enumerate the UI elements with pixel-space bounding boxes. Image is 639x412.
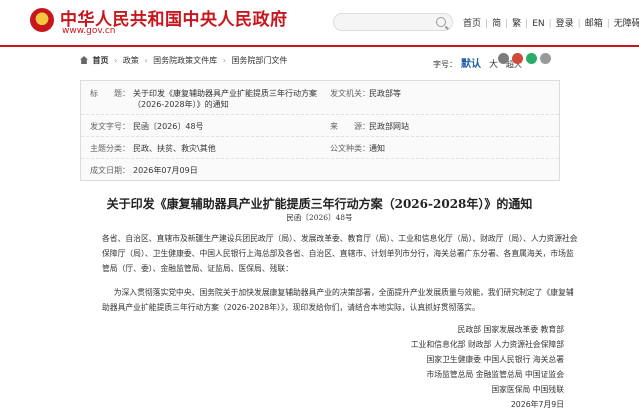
nav-home[interactable]: 首页: [463, 19, 481, 29]
search-input[interactable]: [340, 15, 432, 29]
meta-row-date: 成文日期： 2026年07月09日: [81, 159, 559, 181]
signer-line: 国家医保局 中国残联: [491, 385, 564, 394]
document-signers: 民政部 国家发展改革委 教育部 工业和信息化部 财政部 人力资源社会保障部 国家…: [344, 322, 564, 412]
meta-row-title: 标 题： 关于印发《康复辅助器具产业扩能提质三年行动方案（2026-2028年）…: [81, 81, 559, 115]
nav-simplified[interactable]: 简: [492, 19, 501, 29]
breadcrumb-policy-library[interactable]: 国务院政策文件库: [153, 56, 217, 65]
meta-issuer-value: 民政部等: [369, 89, 401, 98]
document-date: 2026年7月9日: [510, 400, 564, 409]
meta-category-label: 主题分类：: [90, 144, 130, 153]
print-icon[interactable]: [498, 53, 509, 64]
search-icon[interactable]: [436, 17, 446, 27]
nav-traditional[interactable]: 繁: [512, 19, 521, 29]
meta-issuer-label: 发文机关：: [330, 89, 370, 98]
meta-row-docno: 发文字号： 民函〔2026〕48号 来 源： 民政部网站: [81, 115, 559, 137]
meta-row-category: 主题分类： 民政、扶贫、救灾\其他 公文种类： 通知: [81, 137, 559, 159]
signer-line: 国家卫生健康委 中国人民银行 海关总署: [426, 355, 564, 364]
header-bar: 中华人民共和国中央人民政府 www.gov.cn 首页|简|繁|EN|登录|邮箱…: [0, 0, 639, 45]
meta-category-value: 民政、扶贫、救灾\其他: [133, 144, 216, 153]
document-title: 关于印发《康复辅助器具产业扩能提质三年行动方案（2026-2028年）》的通知: [106, 197, 533, 211]
nav-accessibility[interactable]: 无障碍: [614, 19, 639, 29]
document-metadata-table: 标 题： 关于印发《康复辅助器具产业扩能提质三年行动方案（2026-2028年）…: [80, 80, 560, 181]
nav-mail[interactable]: 邮箱: [585, 19, 603, 29]
meta-date-value: 2026年07月09日: [133, 166, 198, 175]
signer-line: 工业和信息化部 财政部 人力资源社会保障部: [410, 340, 564, 349]
wechat-share-icon[interactable]: [526, 53, 537, 64]
meta-source-value: 民政部网站: [369, 122, 409, 131]
top-nav: 首页 | 简 | 繁 | EN | 登录 | 邮箱 | 无障碍: [463, 19, 639, 29]
meta-source-label: 来 源：: [330, 122, 370, 131]
home-icon: [80, 56, 88, 64]
chevron-right-icon: ›: [222, 56, 226, 65]
font-size-label: 字号：: [433, 60, 457, 69]
meta-title-value: 关于印发《康复辅助器具产业扩能提质三年行动方案（2026-2028年）》的通知: [133, 89, 317, 109]
header-divider: [0, 45, 639, 47]
signer-line: 市场监管总局 金融监管总局 中国证监会: [426, 370, 564, 379]
nav-english[interactable]: EN: [532, 19, 544, 29]
chevron-right-icon: ›: [144, 56, 148, 65]
breadcrumb-dept-docs[interactable]: 国务院部门文件: [231, 56, 287, 65]
meta-docno-value: 民函〔2026〕48号: [133, 122, 204, 131]
site-url: www.gov.cn: [62, 26, 116, 36]
meta-title-label: 标 题：: [90, 89, 130, 98]
breadcrumb-home[interactable]: 首页: [93, 56, 109, 65]
meta-docno-label: 发文字号：: [90, 122, 130, 131]
chevron-right-icon: ›: [114, 56, 118, 65]
breadcrumb: 首页 › 政策 › 国务院政策文件库 › 国务院部门文件 字号： 默认大超大: [80, 53, 560, 73]
document-number: 民函〔2026〕48号: [286, 213, 353, 222]
weibo-share-icon[interactable]: [512, 53, 523, 64]
nav-login[interactable]: 登录: [556, 19, 574, 29]
qrcode-icon[interactable]: [540, 53, 551, 64]
meta-type-value: 通知: [369, 144, 385, 153]
font-size-large[interactable]: 大: [489, 60, 498, 70]
signer-line: 民政部 国家发展改革委 教育部: [457, 325, 564, 334]
breadcrumb-policy[interactable]: 政策: [123, 56, 139, 65]
document-recipients: 各省、自治区、直辖市及新疆生产建设兵团民政厅（局）、发展改革委、教育厅（局）、工…: [102, 234, 578, 273]
search-box: [333, 13, 453, 31]
meta-date-label: 成文日期：: [90, 166, 130, 175]
national-emblem-icon: [30, 8, 54, 32]
font-size-default[interactable]: 默认: [461, 59, 481, 70]
meta-type-label: 公文种类：: [330, 144, 370, 153]
document-body: 为深入贯彻落实党中央、国务院关于加快发展康复辅助器具产业的决策部署，全面提升产业…: [102, 288, 574, 312]
